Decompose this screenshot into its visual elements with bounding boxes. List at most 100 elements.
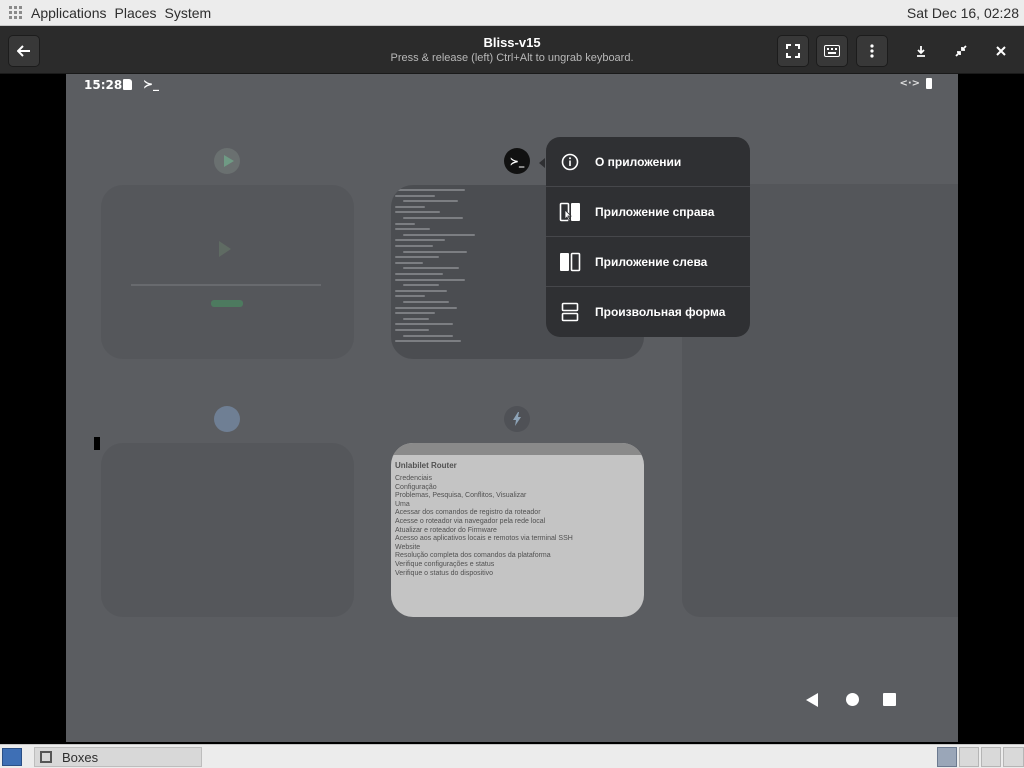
panel-clock[interactable]: Sat Dec 16, 02:28 bbox=[907, 5, 1019, 21]
browser-text-line: Acesse o roteador via navegador pela red… bbox=[395, 518, 546, 525]
sign-in-button-preview bbox=[211, 300, 243, 307]
browser-text-line: Credenciais bbox=[395, 475, 432, 482]
terminal-text-line bbox=[395, 261, 423, 264]
terminal-text-line bbox=[403, 301, 449, 303]
workspace-1[interactable] bbox=[937, 747, 957, 767]
placeholder-text-line bbox=[131, 284, 321, 286]
terminal-text-line bbox=[395, 194, 435, 197]
menu-item-split-right[interactable]: Приложение справа bbox=[546, 187, 750, 236]
terminal-text-line bbox=[395, 211, 440, 214]
terminal-text-line bbox=[403, 334, 453, 337]
nav-back-button[interactable] bbox=[806, 693, 818, 707]
workspace-2[interactable] bbox=[959, 747, 979, 767]
terminal-text-line bbox=[403, 200, 458, 203]
close-icon bbox=[996, 46, 1006, 56]
lightning-icon bbox=[513, 412, 521, 426]
browser-text-line: Uma bbox=[395, 500, 410, 508]
browser-text-line: Verifique o status do dispositivo bbox=[395, 569, 494, 577]
terminal-status-icon: ≻_ bbox=[143, 77, 160, 91]
minimize-icon bbox=[917, 46, 925, 57]
workspace-3[interactable] bbox=[981, 747, 1001, 767]
minimize-button[interactable] bbox=[905, 35, 937, 67]
places-menu[interactable]: Places bbox=[115, 5, 157, 21]
recent-card-empty[interactable] bbox=[101, 443, 354, 617]
split-left-icon bbox=[559, 251, 581, 273]
recent-card-play-store[interactable] bbox=[101, 185, 354, 359]
terminal-text-line bbox=[395, 273, 443, 275]
network-icon: <·> bbox=[899, 78, 920, 89]
play-store-icon[interactable] bbox=[214, 148, 240, 174]
terminal-text-line bbox=[395, 329, 429, 331]
close-button[interactable] bbox=[985, 35, 1017, 67]
browser-text-line: Atualizar e roteador do Firmware bbox=[395, 526, 497, 534]
browser-text-line: Problemas, Pesquisa, Conflitos, Visualiz… bbox=[395, 492, 527, 500]
terminal-text-line bbox=[395, 245, 433, 247]
terminal-text-line bbox=[403, 284, 439, 287]
terminal-text-line bbox=[395, 312, 435, 315]
apps-grid-icon[interactable] bbox=[9, 6, 22, 19]
status-time: 15:28 bbox=[84, 78, 123, 92]
menu-pointer bbox=[539, 158, 545, 168]
taskbar-window-label: Boxes bbox=[62, 749, 99, 765]
nav-recents-button[interactable] bbox=[883, 693, 896, 706]
bottom-taskbar: Boxes bbox=[0, 744, 1024, 768]
terminal-text-line bbox=[395, 239, 445, 242]
menu-item-split-left[interactable]: Приложение слева bbox=[546, 237, 750, 286]
applications-menu[interactable]: Applications bbox=[31, 5, 107, 21]
top-panel: Applications Places System Sat Dec 16, 0… bbox=[0, 0, 1024, 26]
android-status-bar: 15:28 ≻_ <·> bbox=[66, 74, 958, 96]
terminal-text-line bbox=[395, 256, 439, 259]
unmaximize-button[interactable] bbox=[945, 35, 977, 67]
app-context-menu: О приложении Приложение справа Приложени… bbox=[546, 137, 750, 337]
menu-item-label: О приложении bbox=[595, 154, 682, 169]
split-right-icon bbox=[559, 201, 581, 223]
terminal-text-line bbox=[403, 267, 459, 270]
terminal-text-line bbox=[403, 217, 463, 219]
terminal-text-line bbox=[395, 306, 457, 309]
browser-text-line: Acessar dos comandos de registro da rote… bbox=[395, 509, 541, 517]
fullscreen-button[interactable] bbox=[777, 35, 809, 67]
menu-item-label: Приложение справа bbox=[595, 204, 715, 219]
battery-icon bbox=[926, 78, 932, 89]
terminal-text-line bbox=[395, 189, 465, 191]
menu-item-label: Приложение слева bbox=[595, 254, 708, 269]
taskbar-window-button[interactable]: Boxes bbox=[34, 747, 202, 767]
bolt-app-icon[interactable] bbox=[504, 406, 530, 432]
menu-item-freeform[interactable]: Произвольная форма bbox=[546, 287, 750, 336]
browser-text-line: Verifique configurações e status bbox=[395, 561, 495, 568]
info-icon bbox=[559, 151, 581, 173]
terminal-text-line bbox=[403, 317, 429, 320]
vm-display[interactable]: 15:28 ≻_ <·> Unlabilet Router Credenciai… bbox=[66, 74, 958, 742]
terminal-text-line bbox=[395, 222, 415, 225]
play-logo-icon bbox=[219, 241, 231, 257]
browser-toolbar-preview bbox=[391, 443, 644, 455]
terminal-text-line bbox=[395, 323, 453, 326]
sd-card-icon bbox=[123, 79, 132, 90]
menu-item-label: Произвольная форма bbox=[595, 304, 726, 319]
unmaximize-icon bbox=[955, 45, 967, 57]
terminal-text-line bbox=[395, 289, 447, 292]
browser-heading: Unlabilet Router bbox=[395, 461, 457, 470]
system-menu[interactable]: System bbox=[165, 5, 212, 21]
show-desktop-button[interactable] bbox=[2, 748, 22, 766]
menu-item-app-info[interactable]: О приложении bbox=[546, 137, 750, 186]
menu-button[interactable] bbox=[856, 35, 888, 67]
browser-text-line: Resolução completa dos comandos da plata… bbox=[395, 552, 551, 560]
boxes-window-icon bbox=[40, 751, 52, 763]
keyboard-button[interactable] bbox=[816, 35, 848, 67]
browser-app-icon[interactable] bbox=[214, 406, 240, 432]
browser-text-line: Website bbox=[395, 543, 421, 551]
recent-card-browser[interactable]: Unlabilet Router Credenciais Configuração… bbox=[391, 443, 644, 617]
terminal-text-line bbox=[395, 295, 425, 298]
terminal-app-icon[interactable]: ≻_ bbox=[504, 148, 530, 174]
terminal-text-line bbox=[395, 278, 465, 281]
nav-home-button[interactable] bbox=[846, 693, 859, 706]
browser-text-line: Configuração bbox=[395, 483, 437, 491]
vertical-dots-icon bbox=[870, 44, 874, 58]
browser-text-line: Acesso aos aplicativos locais e remotos … bbox=[395, 535, 573, 543]
terminal-text-line bbox=[403, 250, 467, 253]
terminal-text-line bbox=[395, 228, 430, 231]
workspace-4[interactable] bbox=[1003, 747, 1024, 767]
terminal-text-line bbox=[395, 340, 461, 343]
terminal-text-line bbox=[403, 233, 475, 236]
